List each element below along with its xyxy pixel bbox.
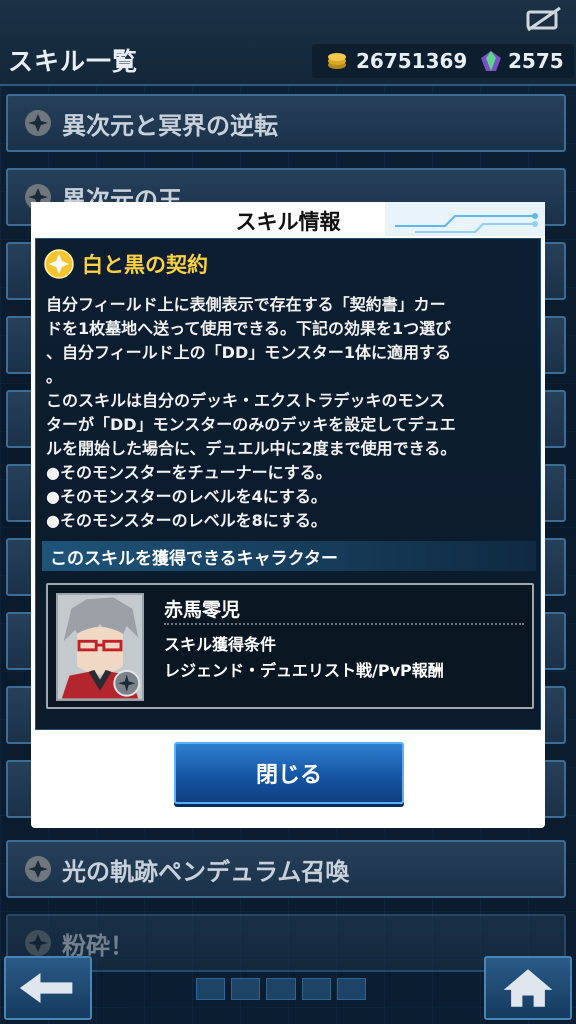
- skill-name: 白と黒の契約: [82, 253, 208, 277]
- gold-counter: 26751369: [326, 46, 467, 76]
- gem-amount: 2575: [508, 49, 564, 73]
- gem-icon: [481, 51, 501, 71]
- back-button[interactable]: [4, 956, 92, 1020]
- description-line: このスキルは自分のデッキ・エクストラデッキのモンス: [46, 391, 446, 410]
- home-button[interactable]: [484, 956, 572, 1020]
- character-section-header: このスキルを獲得できるキャラクター: [42, 541, 536, 571]
- skill-star-badge-icon: [44, 249, 74, 279]
- description-line: ドを1枚墓地へ送って使用できる。下記の効果を1つ選び: [46, 319, 452, 338]
- gold-amount: 26751369: [356, 49, 468, 73]
- character-portrait-image: [58, 595, 142, 699]
- top-bar: スキル一覧 26751369 2575: [0, 0, 576, 86]
- character-card[interactable]: 赤馬零児 スキル獲得条件 レジェンド・デュエリスト戦/PvP報酬: [46, 583, 534, 709]
- skill-list-item[interactable]: 光の軌跡ペンデュラム召喚: [6, 840, 566, 898]
- skill-list-item-label: 異次元と冥界の逆転: [62, 111, 278, 140]
- home-icon: [503, 969, 553, 1007]
- character-name: 赤馬零児: [164, 599, 241, 621]
- description-line: 自分フィールド上に表側表示で存在する「契約書」カー: [46, 295, 446, 314]
- back-arrow-icon: [19, 973, 73, 1003]
- dialog-header: スキル情報: [31, 202, 545, 236]
- description-line: ターが「DD」モンスターのみのデッキを設定してデュエ: [46, 415, 456, 434]
- skill-description: 自分フィールド上に表側表示で存在する「契約書」カー ドを1枚墓地へ送って使用でき…: [46, 293, 538, 533]
- character-portrait: [56, 593, 144, 701]
- acquire-condition-label: スキル獲得条件: [164, 635, 277, 654]
- description-line: 、自分フィールド上の「DD」モンスター1体に適用する: [46, 343, 452, 362]
- page-indicator: [196, 978, 367, 1000]
- dialog-content: 白と黒の契約 自分フィールド上に表側表示で存在する「契約書」カー ドを1枚墓地へ…: [35, 238, 541, 730]
- description-line: ルを開始した場合に、デュエル中に2度まで使用できる。: [46, 439, 457, 458]
- acquire-condition-value: レジェンド・デュエリスト戦/PvP報酬: [164, 661, 444, 680]
- close-button[interactable]: 閉じる: [174, 742, 404, 804]
- gem-counter: 2575: [480, 46, 564, 76]
- description-line: ●そのモンスターをチューナーにする。: [46, 463, 332, 482]
- description-line: ●そのモンスターのレベルを8にする。: [46, 511, 327, 530]
- skill-star-icon: [25, 930, 51, 956]
- skill-star-icon: [25, 110, 51, 136]
- divider: [164, 623, 524, 625]
- description-line: ●そのモンスターのレベルを4にする。: [46, 487, 327, 506]
- skill-list-item-label: 光の軌跡ペンデュラム召喚: [62, 857, 350, 886]
- skill-name-row: 白と黒の契約: [44, 249, 208, 279]
- no-signal-icon: [526, 6, 561, 32]
- description-line: 。: [46, 367, 63, 386]
- dialog-title: スキル情報: [235, 210, 341, 234]
- gold-coin-icon: [328, 53, 346, 69]
- skill-info-dialog: スキル情報 白と黒の契約 自分フィールド上に表側表示で存在する「契約書」カー ド…: [31, 202, 545, 828]
- page-title: スキル一覧: [8, 47, 139, 76]
- skill-list-item[interactable]: 異次元と冥界の逆転: [6, 94, 566, 152]
- skill-star-icon: [25, 856, 51, 882]
